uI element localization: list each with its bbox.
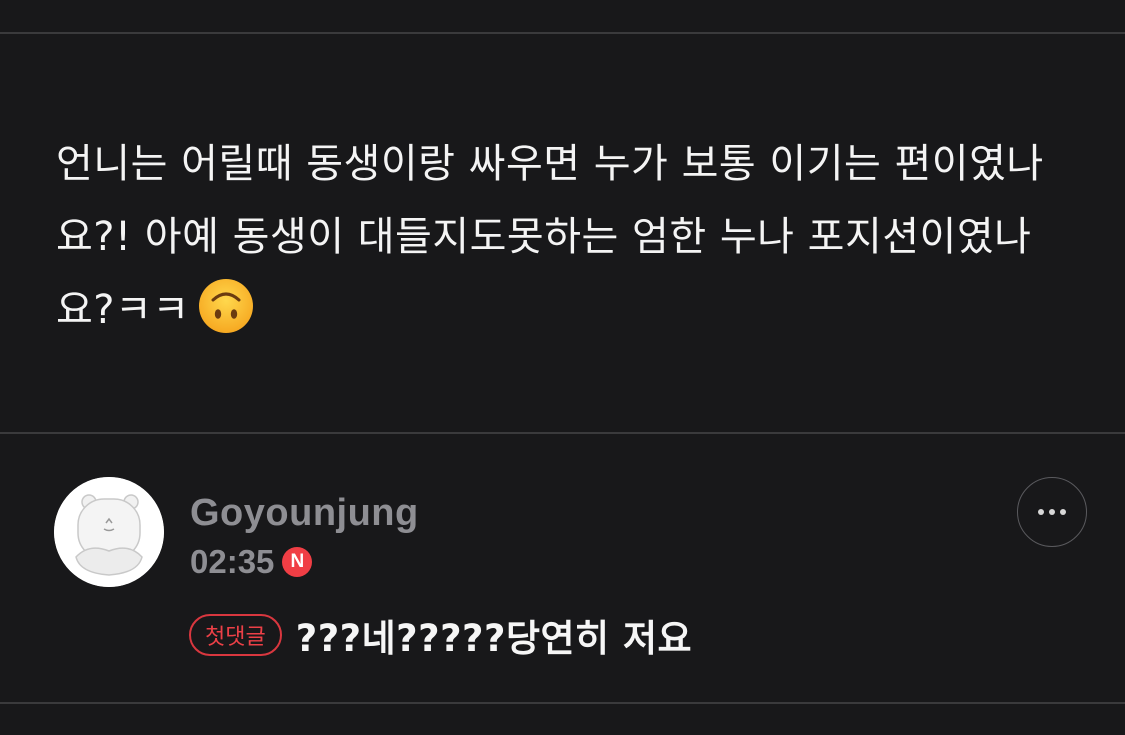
comment-body: 첫댓글 ???네?????당연히 저요	[189, 606, 692, 664]
comment-meta: 02:35 N	[190, 540, 313, 584]
bottom-divider	[0, 702, 1125, 704]
section-divider	[0, 432, 1125, 434]
more-dot-icon	[1049, 509, 1055, 515]
comment-username[interactable]: Goyounjung	[190, 492, 419, 535]
more-dot-icon	[1038, 509, 1044, 515]
bear-avatar-icon	[54, 477, 164, 587]
new-badge-icon: N	[282, 547, 313, 577]
more-dot-icon	[1060, 509, 1066, 515]
first-comment-badge: 첫댓글	[189, 614, 282, 656]
comment-time: 02:35	[190, 543, 275, 580]
question-text: 언니는 어릴때 동생이랑 싸우면 누가 보통 이기는 편이였나요?! 아예 동생…	[56, 128, 1086, 347]
upside-down-face-emoji-icon	[198, 278, 254, 334]
more-options-button[interactable]	[1017, 477, 1087, 547]
user-avatar[interactable]	[54, 477, 164, 587]
comment-text: ???네?????당연히 저요	[295, 617, 693, 660]
top-divider	[0, 32, 1125, 34]
